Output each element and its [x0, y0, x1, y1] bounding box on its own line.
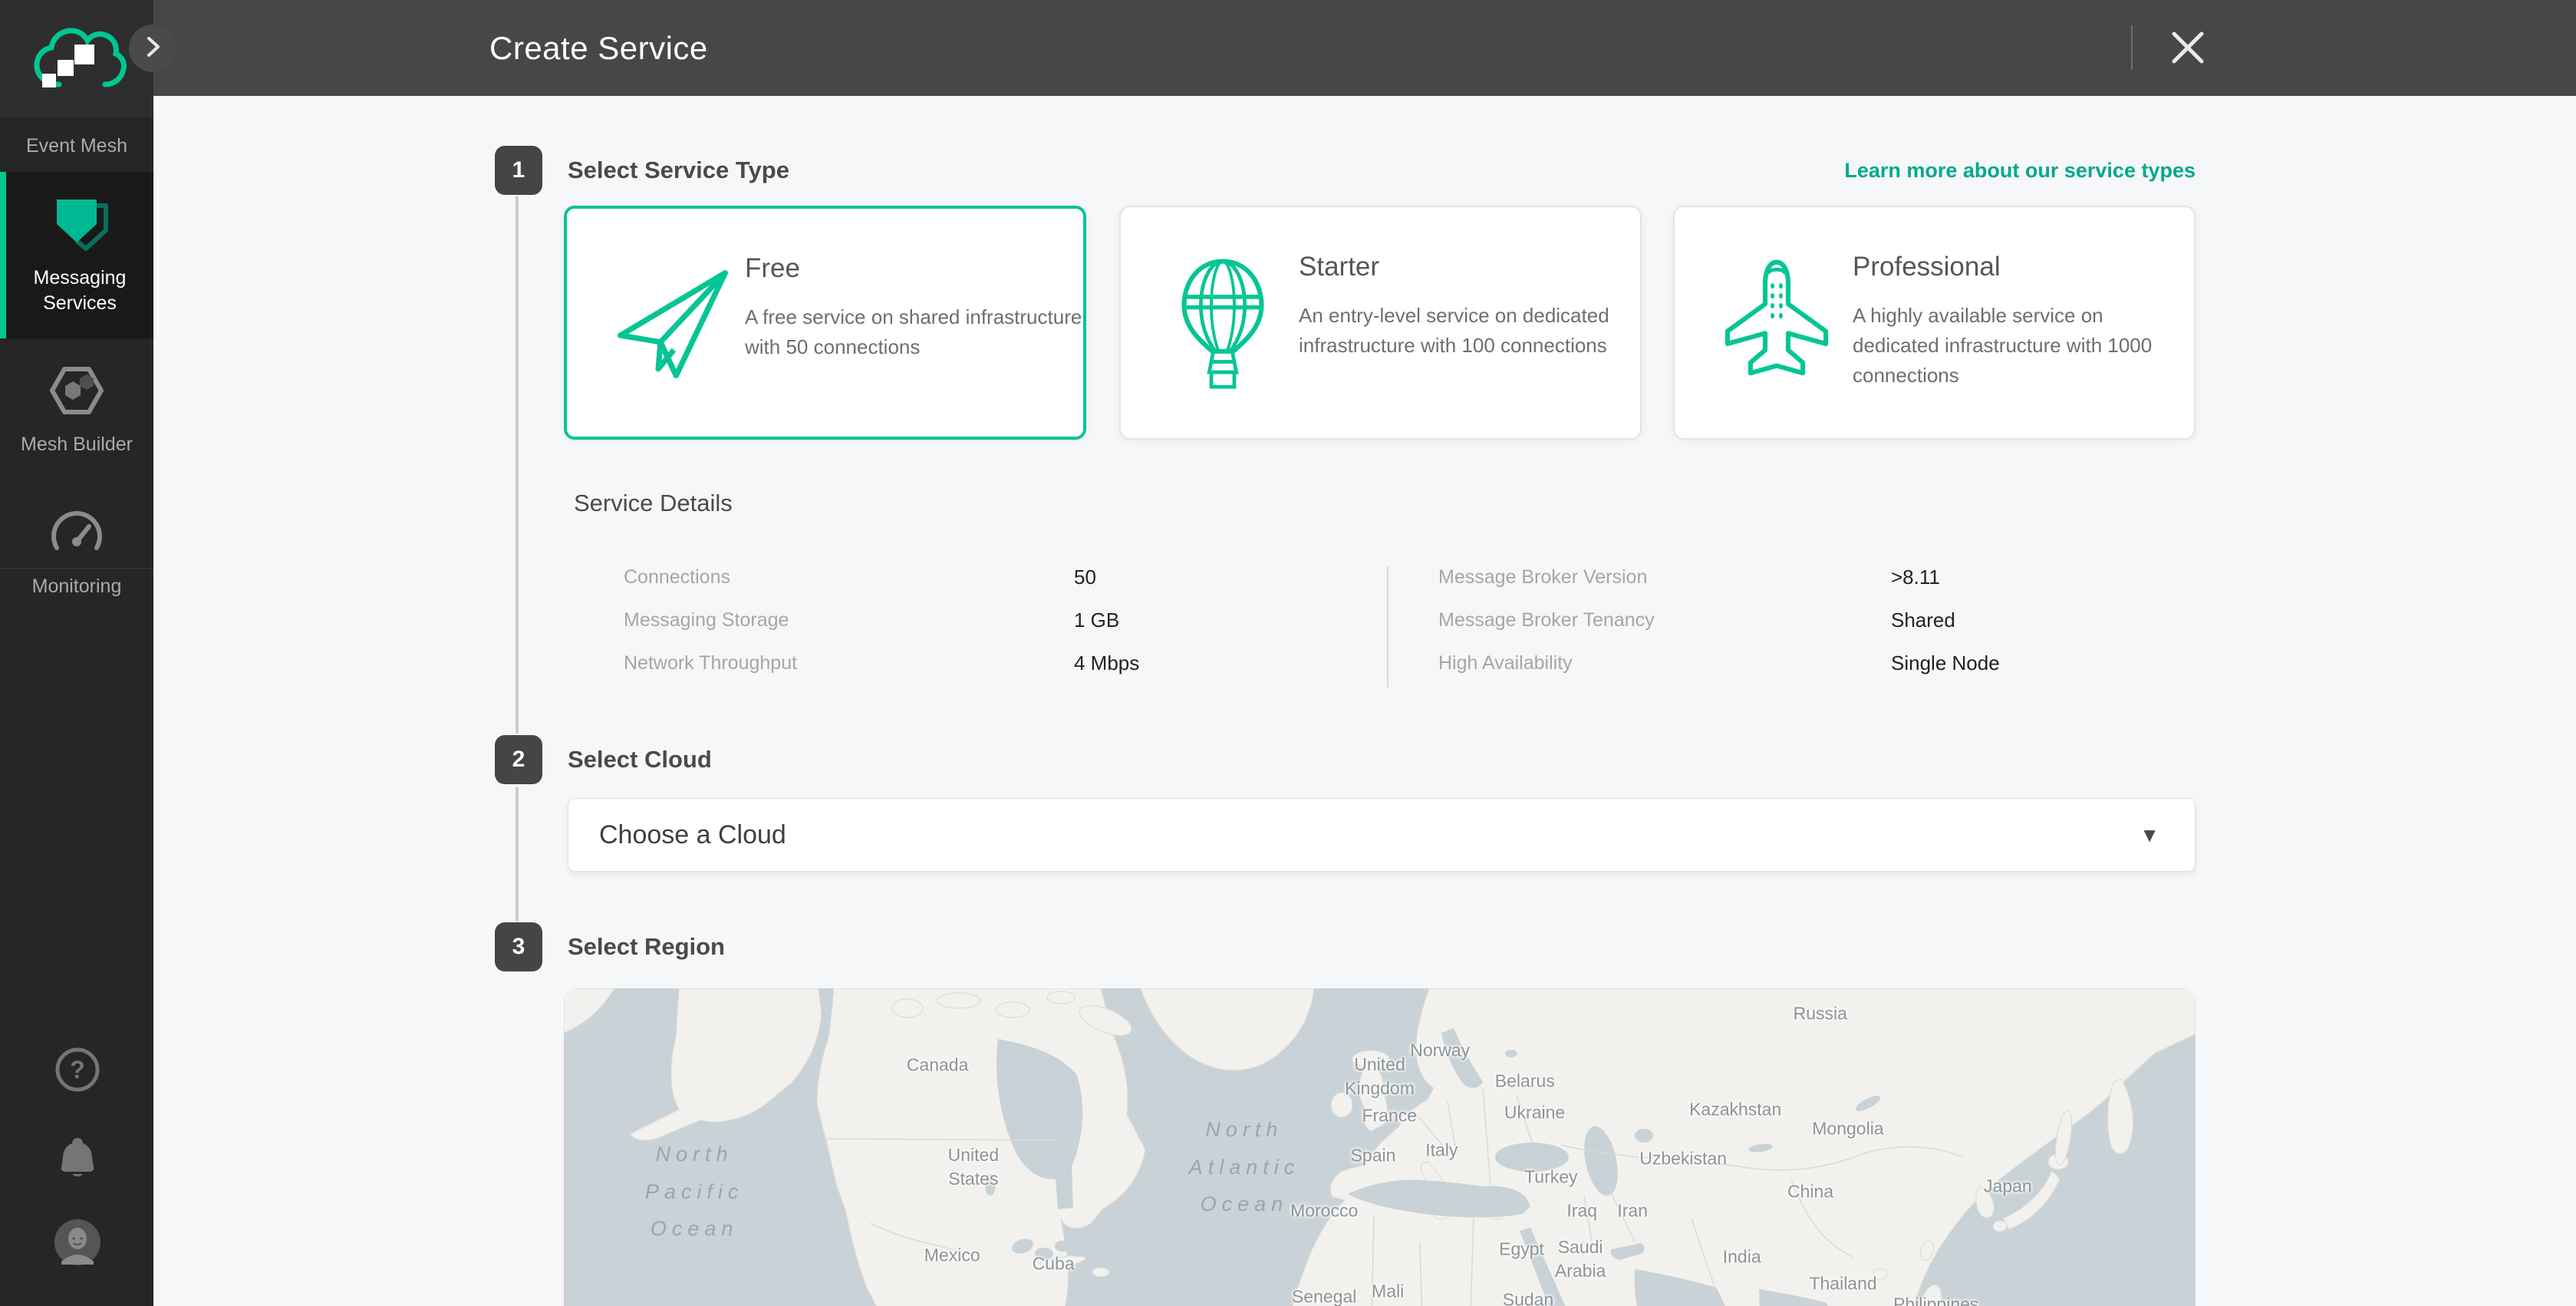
- help-button[interactable]: ?: [54, 1046, 101, 1093]
- detail-value: 1 GB: [1074, 608, 1119, 632]
- sidebar-item-label: Monitoring: [32, 575, 122, 597]
- sidebar-item-messaging-services[interactable]: Messaging Services: [0, 172, 153, 338]
- details-column-divider: [1387, 566, 1388, 688]
- sidebar: Event Mesh Messaging Services Mesh Build…: [0, 0, 153, 1306]
- detail-label: Message Broker Tenancy: [1438, 609, 1655, 632]
- step-1-badge: 1: [495, 146, 542, 195]
- service-type-description: An entry-level service on dedicated infr…: [1299, 301, 1636, 361]
- step-1-title: Select Service Type: [568, 146, 789, 195]
- notifications-button[interactable]: [54, 1133, 101, 1181]
- step-3-title: Select Region: [568, 922, 725, 971]
- svg-text:?: ?: [70, 1056, 85, 1083]
- chevron-down-icon: ▼: [2140, 799, 2159, 871]
- service-type-name: Free: [745, 253, 800, 284]
- close-button[interactable]: [2163, 23, 2212, 72]
- sidebar-item-label: Event Mesh: [26, 134, 127, 159]
- detail-label: Message Broker Version: [1438, 566, 1647, 589]
- header-divider: [2131, 25, 2133, 70]
- sidebar-item-event-mesh[interactable]: Event Mesh: [0, 120, 153, 172]
- cloud-select-dropdown[interactable]: Choose a Cloud ▼: [568, 798, 2196, 872]
- sidebar-item-label: Mesh Builder: [21, 434, 133, 455]
- detail-label: Connections: [624, 566, 730, 589]
- sidebar-item-label: Messaging Services: [34, 267, 127, 314]
- sidebar-divider: [0, 568, 153, 569]
- step-2-badge: 2: [495, 735, 542, 784]
- region-map[interactable]: North Pacific OceanNorth Atlantic OceanR…: [564, 988, 2196, 1306]
- step-connector-2: [516, 787, 519, 921]
- step-3-badge: 3: [495, 922, 542, 971]
- shield-icon: [49, 193, 110, 255]
- detail-value: >8.11: [1891, 566, 1940, 589]
- step-connector-1: [516, 196, 519, 734]
- bell-icon: [54, 1171, 101, 1184]
- airplane-icon: [1719, 258, 1842, 381]
- gauge-icon: [46, 502, 107, 563]
- service-details-title: Service Details: [574, 490, 733, 517]
- logo[interactable]: [0, 0, 153, 119]
- cloud-select-value: Choose a Cloud: [599, 799, 786, 871]
- page-title: Create Service: [489, 0, 708, 96]
- detail-label: Messaging Storage: [624, 609, 789, 632]
- sidebar-item-mesh-builder[interactable]: Mesh Builder: [0, 338, 153, 480]
- user-menu-button[interactable]: [54, 1219, 101, 1266]
- detail-value: 50: [1074, 566, 1096, 589]
- mesh-hexagon-icon: [46, 360, 107, 421]
- dialog-header: Create Service: [153, 0, 2576, 96]
- paper-plane-icon: [611, 264, 734, 387]
- service-type-card-starter[interactable]: Starter An entry-level service on dedica…: [1119, 206, 1642, 440]
- hot-air-balloon-icon: [1165, 255, 1288, 378]
- close-icon: [2163, 62, 2212, 75]
- chevron-right-icon: [141, 35, 164, 62]
- learn-more-link[interactable]: Learn more about our service types: [1844, 146, 2196, 195]
- detail-value: Single Node: [1891, 651, 2000, 675]
- cloud-logo-icon: [27, 17, 127, 101]
- sidebar-expand-button[interactable]: [129, 25, 176, 72]
- avatar: [54, 1256, 101, 1269]
- service-type-name: Starter: [1299, 252, 1379, 282]
- detail-label: Network Throughput: [624, 652, 797, 674]
- help-icon: ?: [54, 1083, 101, 1097]
- detail-label: High Availability: [1438, 652, 1573, 674]
- detail-value: 4 Mbps: [1074, 651, 1139, 675]
- service-type-card-free[interactable]: Free A free service on shared infrastruc…: [564, 206, 1086, 440]
- service-type-name: Professional: [1853, 252, 2001, 282]
- world-map-graphic: [564, 988, 2196, 1306]
- sidebar-item-monitoring[interactable]: Monitoring: [0, 480, 153, 622]
- detail-value: Shared: [1891, 608, 1955, 632]
- service-type-description: A free service on shared infrastructure …: [745, 302, 1082, 362]
- service-type-description: A highly available service on dedicated …: [1853, 301, 2190, 391]
- service-type-card-professional[interactable]: Professional A highly available service …: [1673, 206, 2196, 440]
- step-2-title: Select Cloud: [568, 735, 712, 784]
